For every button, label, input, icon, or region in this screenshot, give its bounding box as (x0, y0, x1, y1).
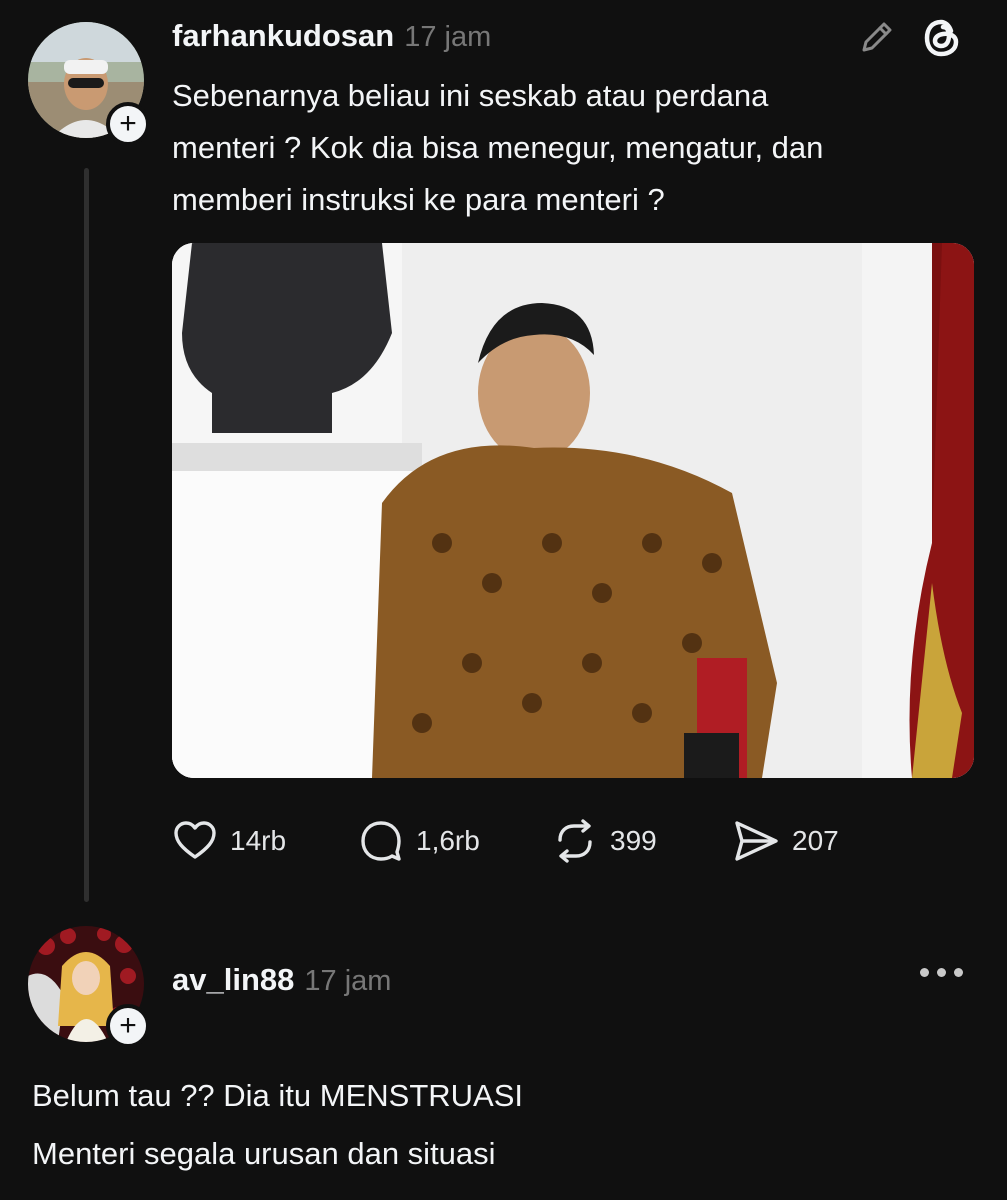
heart-icon (174, 821, 216, 859)
reply-timestamp: 17 jam (304, 965, 392, 997)
reply-follow-button[interactable]: + (106, 1004, 150, 1048)
more-options-icon[interactable] (920, 968, 963, 977)
post-header: farhankudosan 17 jam (172, 18, 491, 54)
post-text: Sebenarnya beliau ini seskab atau perdan… (172, 78, 824, 217)
repost-button[interactable]: 399 (552, 818, 657, 864)
repost-icon (558, 819, 592, 863)
share-count: 207 (792, 825, 839, 856)
like-count: 14rb (230, 825, 287, 856)
repost-count: 399 (610, 825, 657, 856)
share-button[interactable]: 207 (732, 818, 839, 864)
threads-logo-icon[interactable] (920, 16, 964, 65)
post-timestamp: 17 jam (404, 21, 492, 53)
send-icon (735, 821, 778, 861)
like-button[interactable]: 14rb (172, 818, 286, 864)
follow-button[interactable]: + (106, 102, 150, 146)
reply-button[interactable]: 1,6rb (358, 818, 480, 864)
thread-connector-line (84, 168, 89, 902)
reply-text-line-2: Menteri segala urusan dan situasi (32, 1136, 496, 1171)
post-image[interactable] (172, 243, 974, 778)
reply-count: 1,6rb (416, 825, 480, 856)
reply-text-line-1: Belum tau ?? Dia itu MENSTRUASI (32, 1078, 524, 1113)
reply-header: av_lin88 17 jam (172, 962, 391, 998)
author-username[interactable]: farhankudosan (172, 18, 394, 54)
pencil-icon[interactable] (856, 18, 896, 63)
reply-username[interactable]: av_lin88 (172, 962, 294, 998)
comment-icon (361, 821, 401, 861)
